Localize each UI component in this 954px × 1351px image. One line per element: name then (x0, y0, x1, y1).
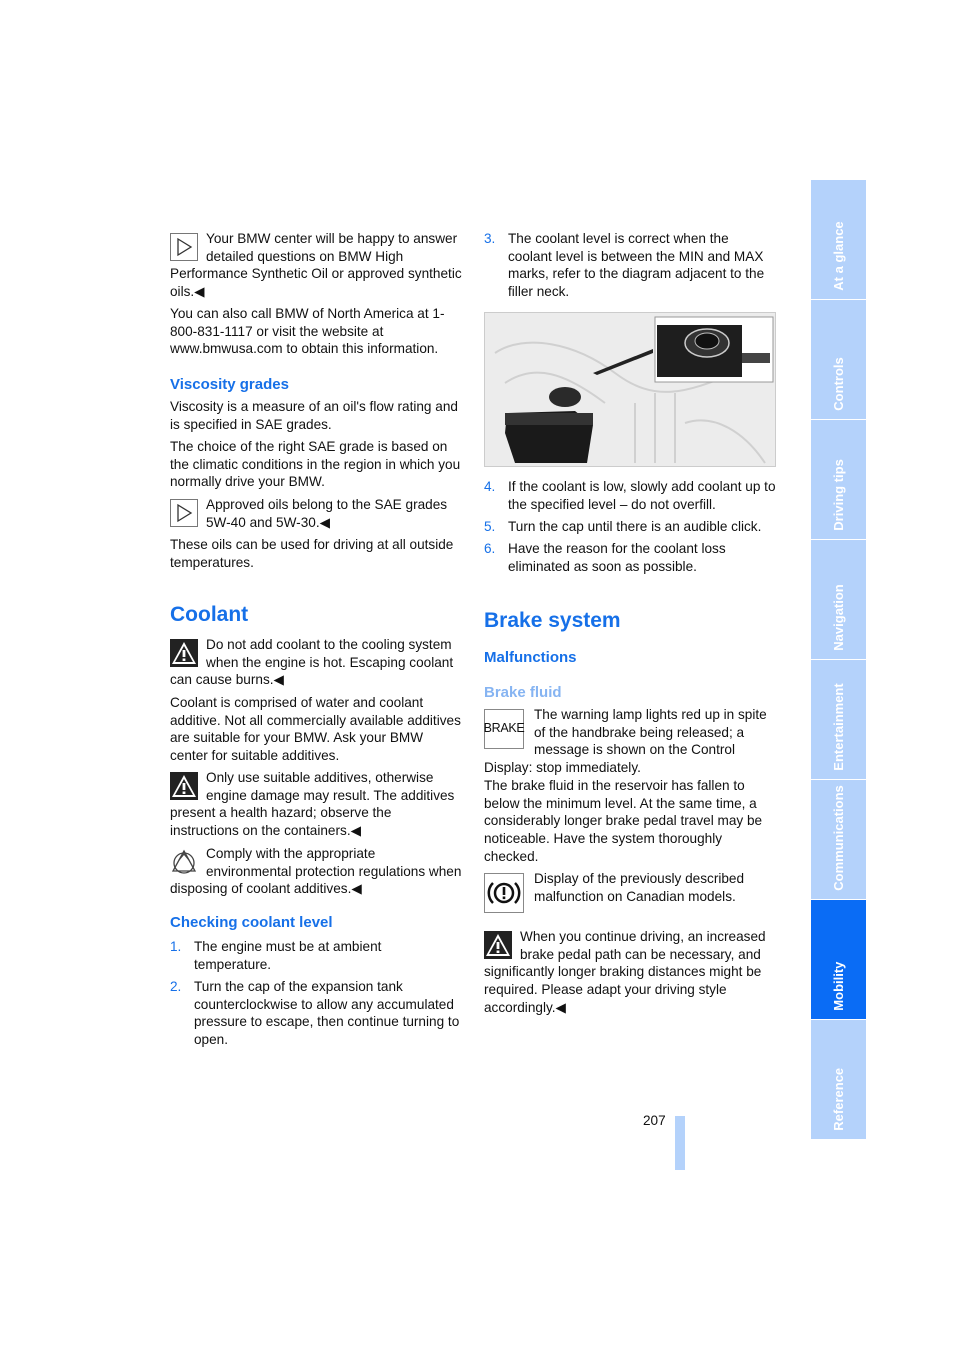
warning-triangle-icon (170, 772, 198, 800)
viscosity-paragraph: These oils can be used for driving at al… (170, 537, 454, 570)
brake-lamp-icon: BRAKE (484, 709, 525, 749)
tab-mobility[interactable]: Mobility (811, 900, 866, 1019)
list-item: 2. Turn the cap of the expansion tank cou… (170, 979, 460, 1048)
brake-system-heading: Brake system (484, 609, 621, 632)
tab-communications[interactable]: Communications (811, 780, 866, 899)
coolant-paragraph: Coolant is comprised of water and coolan… (170, 695, 461, 764)
list-item: 5. Turn the cap until there is an audible… (484, 519, 762, 534)
coolant-warning: Do not add coolant to the cooling system… (170, 637, 454, 688)
coolant-warning: Only use suitable additives, otherwise e… (170, 770, 455, 839)
warning-triangle-icon (484, 931, 512, 959)
tab-reference[interactable]: Reference (811, 1020, 866, 1139)
note-icon (170, 233, 198, 261)
note-icon (170, 499, 198, 527)
coolant-heading: Coolant (170, 603, 249, 626)
page-number: 207 (643, 1113, 666, 1128)
list-item: 3. The coolant level is correct when the … (484, 231, 765, 300)
coolant-reservoir-illustration (484, 312, 776, 467)
display-note: Display of the previously described malf… (484, 870, 776, 913)
manual-page: Your BMW center will be happy to answer … (0, 0, 954, 1351)
tab-controls[interactable]: Controls (811, 300, 866, 419)
chapter-tabs: At a glance Controls Driving tips Naviga… (811, 180, 866, 1168)
brake-warning: When you continue driving, an increased … (484, 929, 766, 1015)
checking-coolant-heading: Checking coolant level (170, 914, 333, 931)
brake-fluid-heading: Brake fluid (484, 684, 562, 701)
list-item: 6. Have the reason for the coolant loss e… (484, 541, 726, 574)
oil-note: Your BMW center will be happy to answer … (170, 231, 462, 300)
recycle-icon (170, 848, 198, 876)
call-info: You can also call BMW of North America a… (170, 306, 445, 357)
viscosity-note: Approved oils belong to the SAE grades 5… (170, 496, 462, 531)
warning-triangle-icon (170, 639, 198, 667)
page-marker-bar (675, 1116, 685, 1170)
list-item: 1. The engine must be at ambient temperat… (170, 939, 382, 972)
tab-at-a-glance[interactable]: At a glance (811, 180, 866, 299)
viscosity-paragraph: Viscosity is a measure of an oil's flow … (170, 399, 458, 432)
brake-warning-circle-icon (484, 873, 524, 913)
list-item: 4. If the coolant is low, slowly add cool… (484, 479, 776, 512)
brake-fluid-section: BRAKE The warning lamp lights red up in … (483, 707, 767, 864)
tab-navigation[interactable]: Navigation (811, 540, 866, 659)
environment-note: Comply with the appropriate environmenta… (170, 846, 462, 897)
tab-entertainment[interactable]: Entertainment (811, 660, 866, 779)
malfunctions-heading: Malfunctions (484, 649, 577, 666)
tab-driving-tips[interactable]: Driving tips (811, 420, 866, 539)
viscosity-paragraph: The choice of the right SAE grade is bas… (170, 439, 461, 490)
viscosity-heading: Viscosity grades (170, 376, 289, 393)
